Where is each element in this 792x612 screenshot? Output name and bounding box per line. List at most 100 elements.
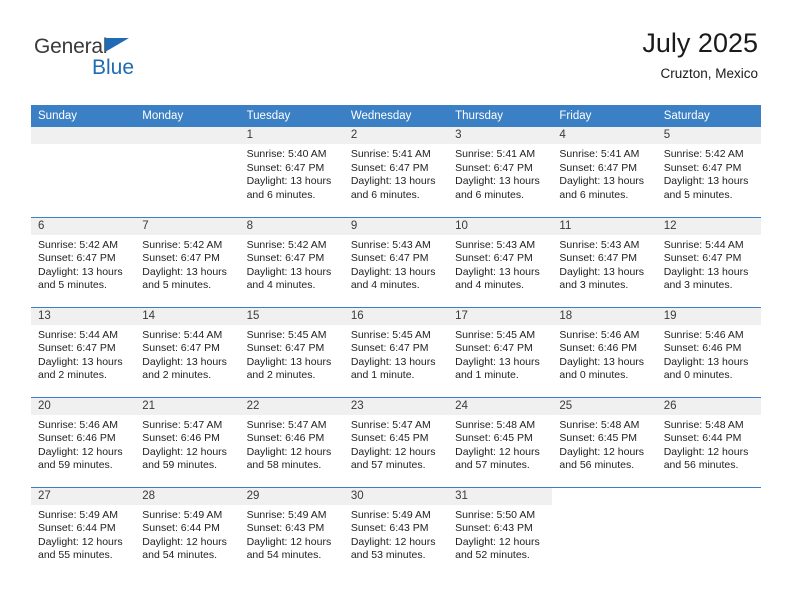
triangle-flag-icon xyxy=(105,38,129,52)
calendar-day-cell[interactable]: 1 Sunrise: 5:40 AM Sunset: 6:47 PM Daylight… xyxy=(239,127,344,217)
day-number xyxy=(552,488,656,505)
calendar-day-cell[interactable]: 11 Sunrise: 5:43 AM Sunset: 6:47 PM Dayligh… xyxy=(552,216,657,307)
calendar-day-cell[interactable]: 26 Sunrise: 5:48 AM Sunset: 6:44 PM Dayligh… xyxy=(656,396,761,487)
calendar-day-cell[interactable]: 17 Sunrise: 5:45 AM Sunset: 6:47 PM Dayligh… xyxy=(448,306,553,397)
calendar-day-cell[interactable]: 7 Sunrise: 5:42 AM Sunset: 6:47 PM Daylight… xyxy=(135,216,240,307)
calendar-day-cell[interactable]: 18 Sunrise: 5:46 AM Sunset: 6:46 PM Dayligh… xyxy=(552,306,657,397)
sunrise-time: Sunrise: 5:44 AM xyxy=(142,328,223,341)
calendar-day-cell[interactable]: 25 Sunrise: 5:48 AM Sunset: 6:45 PM Dayligh… xyxy=(552,396,657,487)
day-details: Sunrise: 5:49 AM Sunset: 6:43 PM Daylight:… xyxy=(344,505,448,563)
daylight-duration-line1: Daylight: 13 hours xyxy=(559,175,645,188)
daylight-duration-line2: and 1 minute. xyxy=(455,369,519,382)
daylight-duration-line1: Daylight: 13 hours xyxy=(350,175,436,188)
day-number xyxy=(31,127,136,144)
sunrise-time: Sunrise: 5:45 AM xyxy=(350,328,431,341)
day-number: 26 xyxy=(656,397,761,415)
sunrise-time: Sunrise: 5:49 AM xyxy=(246,508,327,521)
sunset-time: Sunset: 6:43 PM xyxy=(350,522,429,535)
calendar-week-row: 27 Sunrise: 5:49 AM Sunset: 6:44 PM Dayligh… xyxy=(31,486,761,577)
calendar-day-cell[interactable]: 10 Sunrise: 5:43 AM Sunset: 6:47 PM Dayligh… xyxy=(448,216,553,307)
day-details: Sunrise: 5:49 AM Sunset: 6:44 PM Daylight:… xyxy=(31,505,135,563)
day-number: 29 xyxy=(239,487,344,505)
sunset-time: Sunset: 6:43 PM xyxy=(246,522,325,535)
sunset-time: Sunset: 6:47 PM xyxy=(455,342,533,355)
daylight-duration-line1: Daylight: 13 hours xyxy=(246,265,332,278)
day-details: Sunrise: 5:44 AM Sunset: 6:47 PM Daylight:… xyxy=(31,325,135,383)
daylight-duration-line2: and 6 minutes. xyxy=(246,188,316,201)
day-number: 10 xyxy=(448,217,553,235)
day-number: 4 xyxy=(552,127,657,144)
day-details xyxy=(657,505,761,509)
calendar-day-cell[interactable]: 9 Sunrise: 5:43 AM Sunset: 6:47 PM Daylight… xyxy=(343,216,449,307)
weekday-header-monday: Monday xyxy=(135,105,240,127)
daylight-duration-line1: Daylight: 12 hours xyxy=(38,445,123,458)
weekday-header-thursday: Thursday xyxy=(448,105,553,127)
logo-text-blue: Blue xyxy=(92,56,135,79)
calendar-day-cell[interactable]: 31 Sunrise: 5:50 AM Sunset: 6:43 PM Dayligh… xyxy=(448,486,553,577)
calendar-day-cell[interactable]: 20 Sunrise: 5:46 AM Sunset: 6:46 PM Dayligh… xyxy=(31,396,136,487)
calendar-day-cell[interactable]: 12 Sunrise: 5:44 AM Sunset: 6:47 PM Dayligh… xyxy=(656,216,761,307)
calendar-day-cell[interactable]: 14 Sunrise: 5:44 AM Sunset: 6:47 PM Dayligh… xyxy=(135,306,240,397)
sunrise-time: Sunrise: 5:45 AM xyxy=(455,328,536,341)
day-number: 27 xyxy=(31,487,136,505)
day-number: 25 xyxy=(552,397,657,415)
calendar-day-cell[interactable]: 28 Sunrise: 5:49 AM Sunset: 6:44 PM Dayligh… xyxy=(135,486,240,577)
daylight-duration-line1: Daylight: 13 hours xyxy=(663,355,749,368)
generalblue-logo[interactable]: General Blue xyxy=(34,36,214,88)
calendar-day-cell[interactable]: 2 Sunrise: 5:41 AM Sunset: 6:47 PM Daylight… xyxy=(343,127,449,217)
calendar-day-cell[interactable]: 15 Sunrise: 5:45 AM Sunset: 6:47 PM Dayligh… xyxy=(239,306,344,397)
calendar-day-cell[interactable]: 30 Sunrise: 5:49 AM Sunset: 6:43 PM Dayligh… xyxy=(343,486,449,577)
sunset-time: Sunset: 6:43 PM xyxy=(455,522,533,535)
calendar-day-cell[interactable]: 5 Sunrise: 5:42 AM Sunset: 6:47 PM Daylight… xyxy=(656,127,761,217)
daylight-duration-line2: and 59 minutes. xyxy=(142,459,217,472)
sunrise-time: Sunrise: 5:49 AM xyxy=(350,508,431,521)
calendar-day-cell[interactable]: 8 Sunrise: 5:42 AM Sunset: 6:47 PM Daylight… xyxy=(239,216,344,307)
calendar-day-cell[interactable]: 27 Sunrise: 5:49 AM Sunset: 6:44 PM Dayligh… xyxy=(31,486,136,577)
calendar-page: General Blue July 2025 Cruzton, Mexico S… xyxy=(0,0,792,612)
sunset-time: Sunset: 6:47 PM xyxy=(350,161,429,174)
calendar-day-cell[interactable]: 22 Sunrise: 5:47 AM Sunset: 6:46 PM Dayligh… xyxy=(239,396,344,487)
sunset-time: Sunset: 6:47 PM xyxy=(38,252,116,265)
calendar-day-cell[interactable]: 19 Sunrise: 5:46 AM Sunset: 6:46 PM Dayligh… xyxy=(656,306,761,397)
calendar-day-cell[interactable]: 3 Sunrise: 5:41 AM Sunset: 6:47 PM Daylight… xyxy=(448,127,553,217)
calendar-day-cell[interactable]: 16 Sunrise: 5:45 AM Sunset: 6:47 PM Dayligh… xyxy=(343,306,449,397)
calendar-day-cell[interactable]: 21 Sunrise: 5:47 AM Sunset: 6:46 PM Dayligh… xyxy=(135,396,240,487)
day-number: 12 xyxy=(656,217,761,235)
sunrise-time: Sunrise: 5:49 AM xyxy=(38,508,118,521)
logo-text-general: General xyxy=(34,35,108,58)
calendar-day-cell[interactable]: 13 Sunrise: 5:44 AM Sunset: 6:47 PM Dayligh… xyxy=(31,306,136,397)
daylight-duration-line2: and 56 minutes. xyxy=(663,459,739,472)
day-details: Sunrise: 5:49 AM Sunset: 6:43 PM Daylight:… xyxy=(240,505,344,563)
weekday-header-tuesday: Tuesday xyxy=(239,105,344,127)
sunset-time: Sunset: 6:44 PM xyxy=(38,522,116,535)
day-details xyxy=(552,505,656,509)
calendar-day-cell-empty xyxy=(31,127,136,217)
sunrise-time: Sunrise: 5:44 AM xyxy=(663,238,744,251)
weekday-header-friday: Friday xyxy=(552,105,657,127)
daylight-duration-line2: and 6 minutes. xyxy=(455,188,525,201)
daylight-duration-line2: and 57 minutes. xyxy=(350,459,426,472)
daylight-duration-line1: Daylight: 13 hours xyxy=(663,175,749,188)
sunrise-time: Sunrise: 5:47 AM xyxy=(350,418,431,431)
daylight-duration-line1: Daylight: 12 hours xyxy=(455,535,540,548)
sunrise-time: Sunrise: 5:43 AM xyxy=(559,238,640,251)
day-number: 21 xyxy=(135,397,240,415)
day-number: 2 xyxy=(343,127,449,144)
sunset-time: Sunset: 6:47 PM xyxy=(142,342,220,355)
calendar-day-cell-empty xyxy=(656,486,761,577)
calendar-day-cell[interactable]: 23 Sunrise: 5:47 AM Sunset: 6:45 PM Dayligh… xyxy=(343,396,449,487)
daylight-duration-line1: Daylight: 13 hours xyxy=(350,265,436,278)
day-details: Sunrise: 5:43 AM Sunset: 6:47 PM Daylight:… xyxy=(344,235,448,293)
day-number: 20 xyxy=(31,397,136,415)
daylight-duration-line1: Daylight: 13 hours xyxy=(246,175,332,188)
day-details: Sunrise: 5:41 AM Sunset: 6:47 PM Daylight:… xyxy=(552,144,656,202)
sunset-time: Sunset: 6:47 PM xyxy=(246,161,325,174)
daylight-duration-line1: Daylight: 12 hours xyxy=(38,535,123,548)
calendar-day-cell[interactable]: 4 Sunrise: 5:41 AM Sunset: 6:47 PM Daylight… xyxy=(552,127,657,217)
daylight-duration-line1: Daylight: 12 hours xyxy=(142,535,227,548)
calendar-day-cell[interactable]: 6 Sunrise: 5:42 AM Sunset: 6:47 PM Daylight… xyxy=(31,216,136,307)
calendar-day-cell[interactable]: 24 Sunrise: 5:48 AM Sunset: 6:45 PM Dayligh… xyxy=(448,396,553,487)
sunrise-time: Sunrise: 5:48 AM xyxy=(663,418,744,431)
daylight-duration-line1: Daylight: 13 hours xyxy=(663,265,749,278)
calendar-day-cell[interactable]: 29 Sunrise: 5:49 AM Sunset: 6:43 PM Dayligh… xyxy=(239,486,344,577)
